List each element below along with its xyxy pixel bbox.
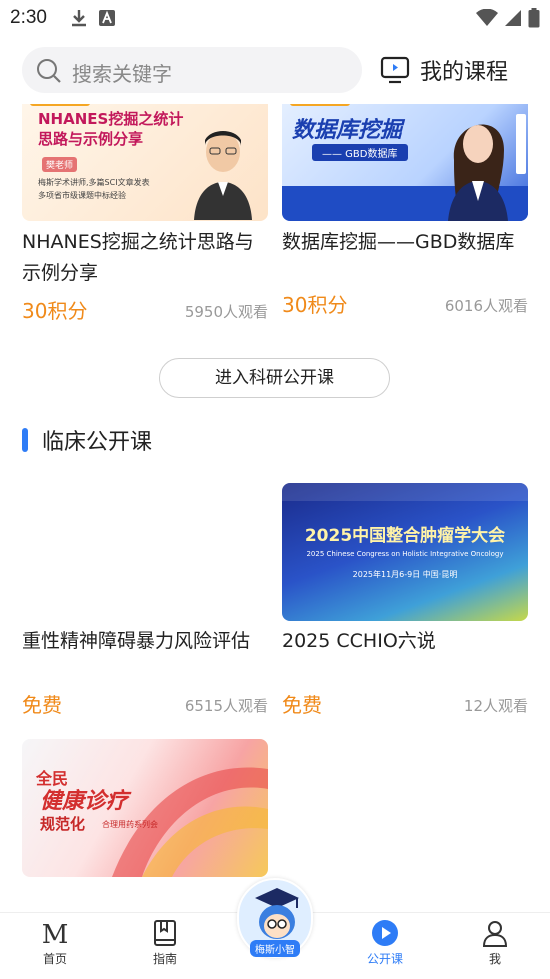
user-icon — [482, 921, 508, 947]
course-title: NHANES挖掘之统计思路与示例分享 — [22, 231, 254, 284]
thumb-title: 数据库挖掘 — [292, 118, 403, 143]
thumb-title-line1: NHANES挖掘之统计 — [38, 110, 184, 128]
download-icon — [72, 10, 86, 27]
status-notifications — [70, 9, 116, 27]
course-views: 12人观看 — [463, 697, 528, 715]
clinical-section-header: 临床公开课 — [22, 424, 152, 456]
nav-label: 我 — [488, 952, 501, 966]
thumb-text-3: 规范化 — [40, 815, 86, 833]
thumb-desc-2: 多项省市级课题中标经验 — [38, 191, 126, 200]
course-price: 30积分 — [22, 299, 88, 323]
nav-guide[interactable]: 指南 — [125, 913, 205, 979]
thumb-text-2: 健康诊疗 — [40, 789, 129, 814]
wifi-icon — [476, 9, 498, 26]
course-thumbnail: 全民 健康诊疗 规范化 合理用药系列会 — [22, 739, 268, 877]
thumb-date: 2025年11月6-9日 中国·昆明 — [352, 570, 458, 579]
m-logo-icon: M — [42, 920, 69, 947]
thumb-subtitle: —— GBD数据库 — [312, 144, 408, 161]
course-thumbnail — [22, 483, 268, 621]
course-views: 5950人观看 — [184, 303, 268, 321]
course-views: 6016人观看 — [444, 297, 528, 315]
font-a-icon — [99, 10, 115, 26]
signal-icon — [505, 10, 521, 26]
thumb-title: 2025中国整合肿瘤学大会 — [304, 526, 506, 546]
course-thumbnail: 数据库挖掘 —— GBD数据库 — [282, 104, 528, 221]
presenter-illustration — [448, 124, 508, 221]
course-title: 数据库挖掘——GBD数据库 — [282, 231, 515, 253]
course-thumbnail: 2025中国整合肿瘤学大会 2025 Chinese Congress on H… — [282, 483, 528, 621]
course-feed[interactable]: NHANES挖掘之统计 思路与示例分享 樊老师 梅斯学术讲师,多篇SCI文章发表… — [0, 104, 550, 912]
play-icon — [372, 920, 398, 946]
status-time: 2:30 — [10, 7, 47, 28]
search-placeholder: 搜索关键字 — [72, 62, 172, 86]
nav-label: 公开课 — [366, 952, 403, 966]
mascot-label: 梅斯小智 — [250, 940, 300, 957]
speaker-portrait — [194, 131, 252, 220]
course-views: 6515人观看 — [184, 697, 268, 715]
nav-open-course[interactable]: 公开课 — [345, 913, 425, 979]
status-system-icons — [476, 8, 540, 28]
course-title: 2025 CCHIO六说 — [282, 630, 436, 652]
thumb-text-4: 合理用药系列会 — [102, 820, 158, 829]
status-bar: 2:30 — [0, 0, 550, 36]
section-title: 临床公开课 — [42, 430, 153, 455]
my-courses-button[interactable]: 我的课程 — [380, 54, 508, 86]
thumb-speaker: 樊老师 — [42, 157, 78, 172]
course-title: 重性精神障碍暴力风险评估 — [22, 630, 251, 652]
enter-research-open-course-button[interactable]: 进入科研公开课 — [159, 358, 390, 398]
nav-home[interactable]: M 首页 — [15, 913, 95, 979]
svg-text:M: M — [42, 920, 69, 947]
my-courses-icon — [380, 56, 410, 84]
thumb-title-line2: 思路与示例分享 — [38, 130, 144, 148]
thumb-desc-1: 梅斯学术讲师,多篇SCI文章发表 — [38, 178, 150, 187]
course-price: 免费 — [22, 693, 62, 717]
my-courses-label: 我的课程 — [420, 60, 509, 85]
course-price: 30积分 — [282, 293, 348, 317]
book-icon — [154, 920, 176, 946]
search-icon — [37, 59, 61, 83]
section-accent-bar — [22, 428, 28, 452]
search-input[interactable]: 搜索关键字 — [22, 47, 362, 93]
nav-label: 指南 — [152, 952, 177, 966]
battery-icon — [528, 8, 540, 28]
top-bar: 搜索关键字 我的课程 — [0, 36, 550, 104]
course-price: 免费 — [282, 693, 322, 717]
nav-label: 首页 — [42, 952, 67, 966]
course-thumbnail: NHANES挖掘之统计 思路与示例分享 樊老师 梅斯学术讲师,多篇SCI文章发表… — [22, 104, 268, 221]
nav-me[interactable]: 我 — [455, 913, 535, 979]
thumb-subtitle: 2025 Chinese Congress on Holistic Integr… — [306, 550, 504, 558]
